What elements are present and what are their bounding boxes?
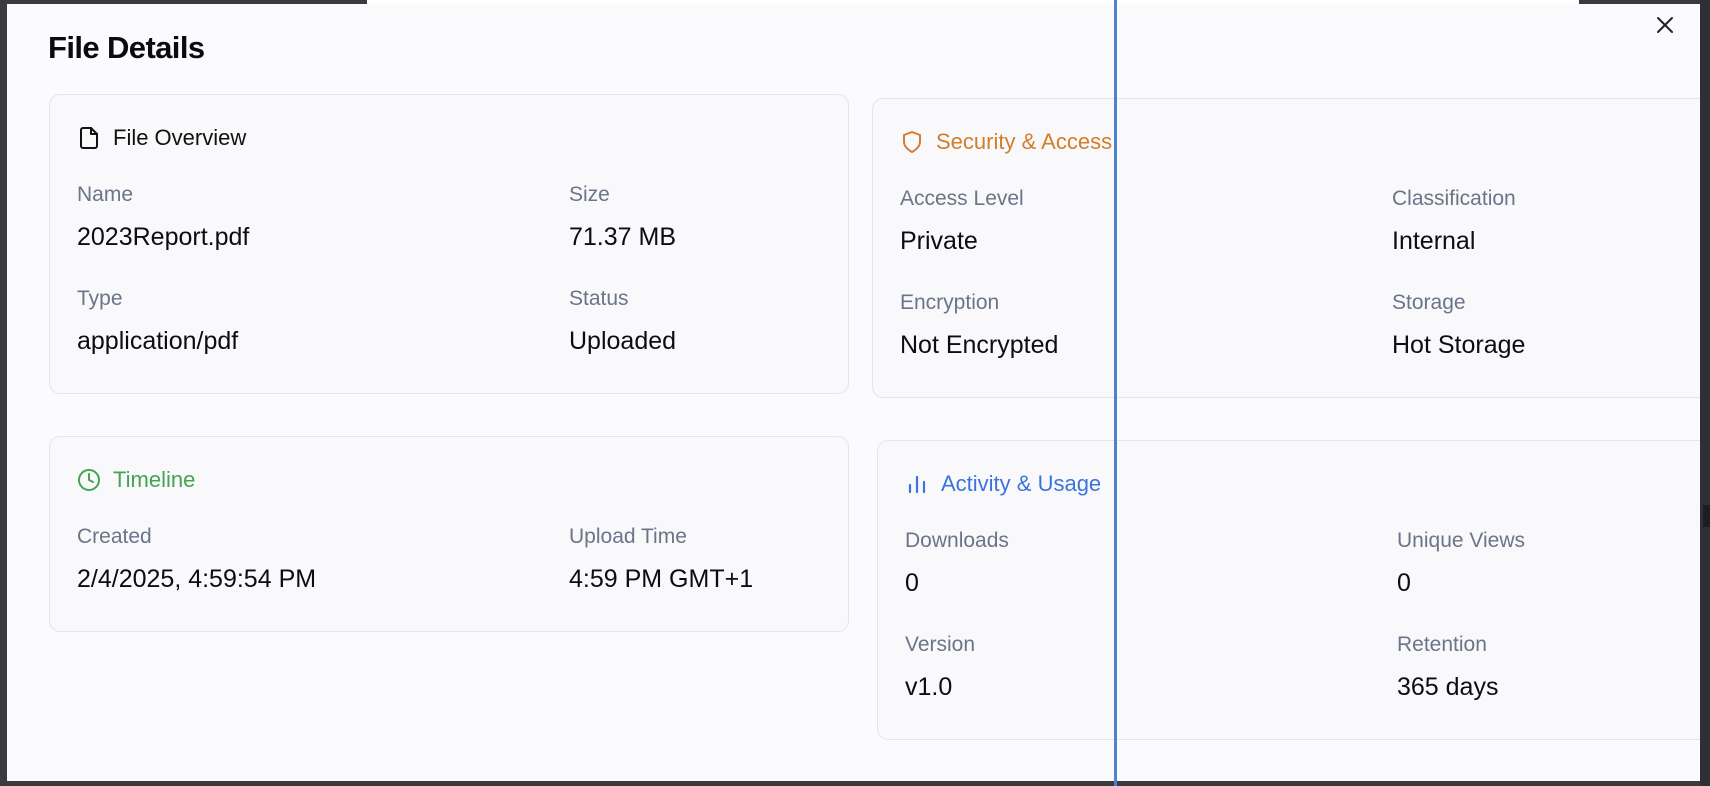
activity-usage-card: Activity & Usage Downloads 0 Unique View… — [877, 440, 1700, 740]
field-value: 4:59 PM GMT+1 — [569, 565, 754, 593]
security-access-header: Security & Access — [900, 127, 1112, 157]
activity-usage-header: Activity & Usage — [905, 469, 1101, 499]
field-value: Private — [900, 227, 978, 255]
field-label: Classification — [1392, 187, 1516, 210]
field-label: Upload Time — [569, 525, 687, 548]
security-access-title: Security & Access — [936, 129, 1113, 154]
field-type: Type application/pdf — [77, 286, 238, 356]
field-created: Created 2/4/2025, 4:59:54 PM — [77, 524, 316, 594]
field-value: Uploaded — [569, 327, 677, 355]
background-window-edge-right — [1700, 0, 1710, 786]
file-overview-card: File Overview Name 2023Report.pdf Size 7… — [49, 94, 849, 394]
field-label: Created — [77, 525, 152, 548]
field-access-level: Access Level Private — [900, 186, 1024, 256]
field-label: Version — [905, 633, 976, 656]
file-icon — [80, 127, 98, 149]
field-label: Storage — [1392, 291, 1466, 314]
field-label: Name — [77, 183, 134, 206]
field-label: Size — [569, 183, 610, 206]
timeline-header: Timeline — [77, 465, 195, 495]
file-overview-header: File Overview — [77, 123, 246, 153]
field-name: Name 2023Report.pdf — [77, 182, 249, 252]
field-value: 2/4/2025, 4:59:54 PM — [77, 565, 317, 593]
field-value: 2023Report.pdf — [77, 223, 250, 251]
field-value: 0 — [905, 569, 919, 597]
field-value: v1.0 — [905, 673, 953, 701]
field-label: Unique Views — [1397, 529, 1526, 552]
clock-icon — [78, 469, 100, 491]
field-label: Retention — [1397, 633, 1487, 656]
timeline-card: Timeline Created 2/4/2025, 4:59:54 PM Up… — [49, 436, 849, 632]
field-unique-views: Unique Views 0 — [1397, 528, 1525, 598]
field-value: 365 days — [1397, 673, 1499, 701]
field-value: Not Encrypted — [900, 331, 1059, 359]
security-access-card: Security & Access Access Level Private C… — [872, 98, 1700, 398]
field-label: Type — [77, 287, 123, 310]
field-size: Size 71.37 MB — [569, 182, 676, 252]
file-overview-title: File Overview — [113, 125, 247, 150]
field-downloads: Downloads 0 — [905, 528, 1009, 598]
activity-usage-title: Activity & Usage — [941, 471, 1102, 496]
field-value: 71.37 MB — [569, 223, 677, 251]
file-details-dialog: File Details File Overview Name 2023Repo… — [7, 4, 1700, 781]
field-status: Status Uploaded — [569, 286, 676, 356]
field-value: Hot Storage — [1392, 331, 1526, 359]
page-title: File Details — [48, 30, 205, 65]
field-label: Access Level — [900, 187, 1024, 210]
background-window-marker — [1703, 505, 1710, 527]
timeline-title: Timeline — [113, 467, 196, 492]
field-value: application/pdf — [77, 327, 239, 355]
field-label: Encryption — [900, 291, 1000, 314]
field-version: Version v1.0 — [905, 632, 975, 702]
field-label: Status — [569, 287, 629, 310]
field-value: 0 — [1397, 569, 1411, 597]
field-label: Downloads — [905, 529, 1009, 552]
field-classification: Classification Internal — [1392, 186, 1516, 256]
field-upload-time: Upload Time 4:59 PM GMT+1 — [569, 524, 753, 594]
field-storage: Storage Hot Storage — [1392, 290, 1525, 360]
resize-divider[interactable] — [1114, 0, 1117, 786]
bar-chart-icon — [908, 475, 926, 494]
close-icon — [1657, 17, 1673, 33]
field-value: Internal — [1392, 227, 1476, 255]
field-retention: Retention 365 days — [1397, 632, 1498, 702]
field-encryption: Encryption Not Encrypted — [900, 290, 1058, 360]
shield-icon — [903, 131, 921, 153]
close-button[interactable] — [1651, 11, 1679, 39]
